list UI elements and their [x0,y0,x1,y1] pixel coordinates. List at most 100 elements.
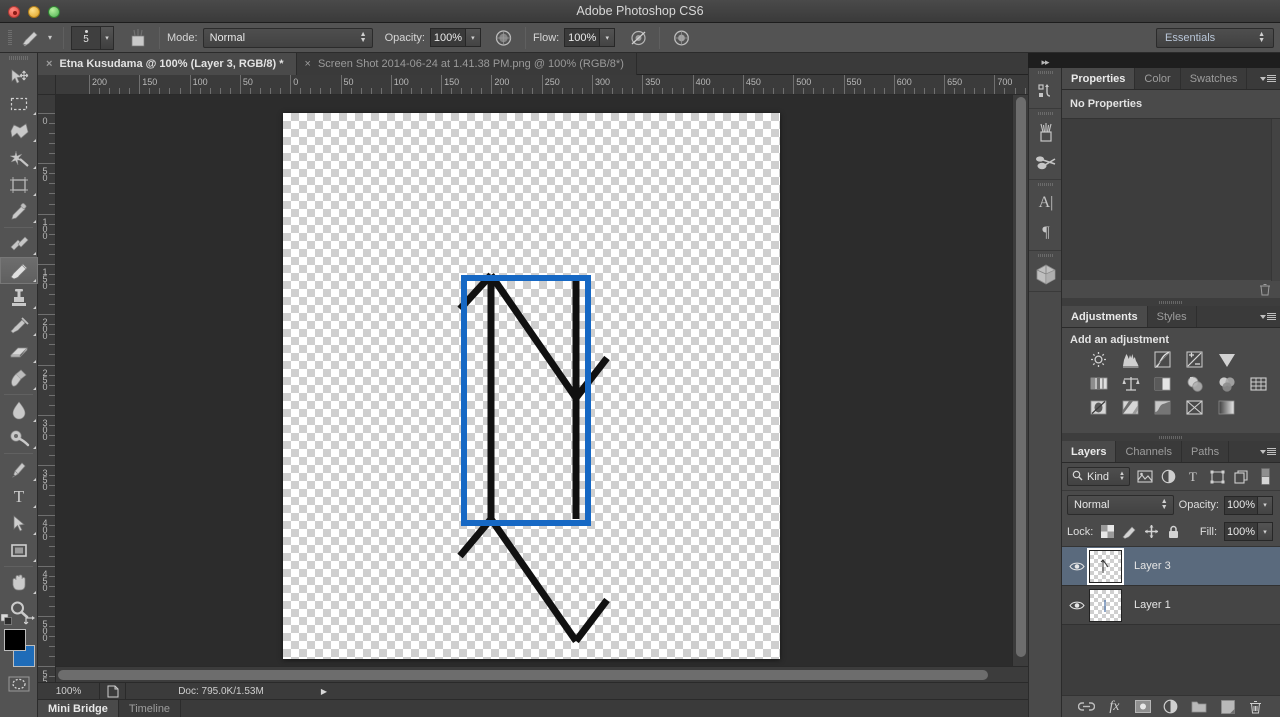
airbrush-icon[interactable] [490,27,518,49]
quick-mask-icon[interactable] [0,673,38,695]
tab-timeline[interactable]: Timeline [119,700,182,717]
new-adjustment-layer-icon[interactable] [1162,698,1180,716]
document-thumb-icon[interactable] [100,682,126,700]
foreground-color-swatch[interactable] [4,629,26,651]
layer-opacity-value[interactable]: 100% [1224,495,1258,515]
clone-source-icon[interactable] [1029,147,1063,177]
brush-size-field[interactable]: 5 [71,25,101,50]
quick-selection-tool[interactable] [0,144,38,171]
adjustments-panel-grip[interactable] [1062,298,1280,306]
rectangle-tool[interactable] [0,537,38,564]
filter-pixel-icon[interactable] [1135,467,1154,486]
tab-color[interactable]: Color [1135,68,1181,89]
workspace-switcher[interactable]: Essentials ▲ ▼ [1156,28,1274,48]
brush-panel-icon[interactable] [1029,117,1063,147]
layer-blend-mode-select[interactable]: Normal ▲ ▼ [1067,495,1174,515]
blend-mode-select[interactable]: Normal ▲ ▼ [202,27,373,48]
hand-tool[interactable] [0,569,38,596]
tab-adjustments[interactable]: Adjustments [1062,306,1148,327]
pressure-size-icon[interactable] [667,27,695,49]
vertical-ruler[interactable]: 0 50 100 150 200 250 300 350 400 450 500 550 [38,95,56,682]
panel-menu-icon[interactable] [1260,446,1276,458]
delete-layer-icon[interactable] [1247,698,1265,716]
link-layers-icon[interactable] [1077,698,1095,716]
dock-grip[interactable] [1029,109,1061,117]
document-tab-secondary[interactable]: × Screen Shot 2014-06-24 at 1.41.38 PM.p… [296,53,637,75]
eraser-tool[interactable] [0,338,38,365]
document-canvas[interactable] [283,113,780,659]
panel-menu-icon[interactable] [1260,311,1276,323]
history-brush-tool[interactable] [0,311,38,338]
scrollbar-thumb[interactable] [1016,97,1026,657]
layers-panel-grip[interactable] [1062,433,1280,441]
gradient-tool[interactable] [0,365,38,392]
tab-swatches[interactable]: Swatches [1181,68,1248,89]
lock-image-pixels-icon[interactable] [1122,524,1137,539]
blur-tool[interactable] [0,397,38,424]
pressure-opacity-icon[interactable] [624,27,652,49]
rectangular-marquee-tool[interactable] [0,90,38,117]
vibrance-icon[interactable] [1216,351,1237,368]
invert-icon[interactable] [1088,399,1109,416]
tab-layers[interactable]: Layers [1062,441,1117,462]
scrollbar-thumb[interactable] [58,670,988,680]
play-arrow-icon[interactable]: ▶ [316,687,332,696]
dock-grip[interactable] [1029,68,1061,76]
curves-icon[interactable] [1152,351,1173,368]
exposure-icon[interactable] [1184,351,1205,368]
swap-colors-icon[interactable] [23,615,36,629]
horizontal-ruler[interactable]: 200 150 100 50 0 50 100 150 200 250 300 350 400 450 50… [56,75,1028,95]
channel-mixer-icon[interactable] [1216,375,1237,392]
tab-styles[interactable]: Styles [1148,306,1197,327]
horizontal-type-tool[interactable]: T [0,483,38,510]
crop-tool[interactable] [0,171,38,198]
layer-opacity-dropdown-button[interactable]: ▾ [1258,495,1273,515]
3d-panel-icon[interactable] [1029,259,1063,289]
flow-value[interactable]: 100% [564,28,601,47]
brush-preset-panel-icon[interactable] [124,27,152,49]
eye-icon[interactable] [1065,561,1089,572]
threshold-icon[interactable] [1152,399,1173,416]
brush-size-stepper[interactable]: ▾ [101,25,114,50]
layer-fill-dropdown-button[interactable]: ▾ [1258,522,1273,541]
character-panel-icon[interactable]: A| [1029,188,1063,218]
path-selection-tool[interactable] [0,510,38,537]
layer-thumbnail[interactable] [1089,588,1122,622]
filter-adjustment-icon[interactable] [1159,467,1178,486]
layer-filter-kind-select[interactable]: Kind ▲ ▼ [1067,467,1130,486]
spot-healing-brush-tool[interactable] [0,230,38,257]
tab-channels[interactable]: Channels [1116,441,1182,462]
brightness-contrast-icon[interactable] [1088,351,1109,368]
dodge-tool[interactable] [0,424,38,451]
color-lookup-icon[interactable] [1248,375,1269,392]
default-colors-icon[interactable] [0,613,12,625]
paragraph-panel-icon[interactable]: ¶ [1029,218,1063,248]
color-balance-icon[interactable] [1120,375,1141,392]
levels-icon[interactable] [1120,351,1141,368]
brush-tool[interactable] [0,257,38,284]
tab-properties[interactable]: Properties [1062,68,1136,89]
clone-stamp-tool[interactable] [0,284,38,311]
pen-tool[interactable] [0,456,38,483]
hue-saturation-icon[interactable] [1088,375,1109,392]
photo-filter-icon[interactable] [1184,375,1205,392]
panel-menu-icon[interactable] [1260,73,1276,85]
layer-style-fx-icon[interactable]: fx [1105,698,1123,716]
close-icon[interactable]: × [46,58,52,70]
filter-shape-icon[interactable] [1207,467,1226,486]
close-icon[interactable]: × [305,58,311,70]
new-group-icon[interactable] [1190,698,1208,716]
properties-scrollbar[interactable] [1271,119,1280,281]
add-layer-mask-icon[interactable] [1134,698,1152,716]
dock-grip[interactable] [1029,251,1061,259]
eyedropper-tool[interactable] [0,198,38,225]
lock-all-icon[interactable] [1166,524,1181,539]
lasso-tool[interactable] [0,117,38,144]
ruler-corner[interactable] [38,75,56,95]
lock-transparent-pixels-icon[interactable] [1100,524,1115,539]
filter-toggle-icon[interactable] [1256,467,1275,486]
filter-type-icon[interactable]: T [1183,467,1202,486]
tools-panel-grip[interactable] [0,53,37,63]
opacity-value[interactable]: 100% [429,28,466,47]
delete-icon[interactable] [1256,280,1274,298]
